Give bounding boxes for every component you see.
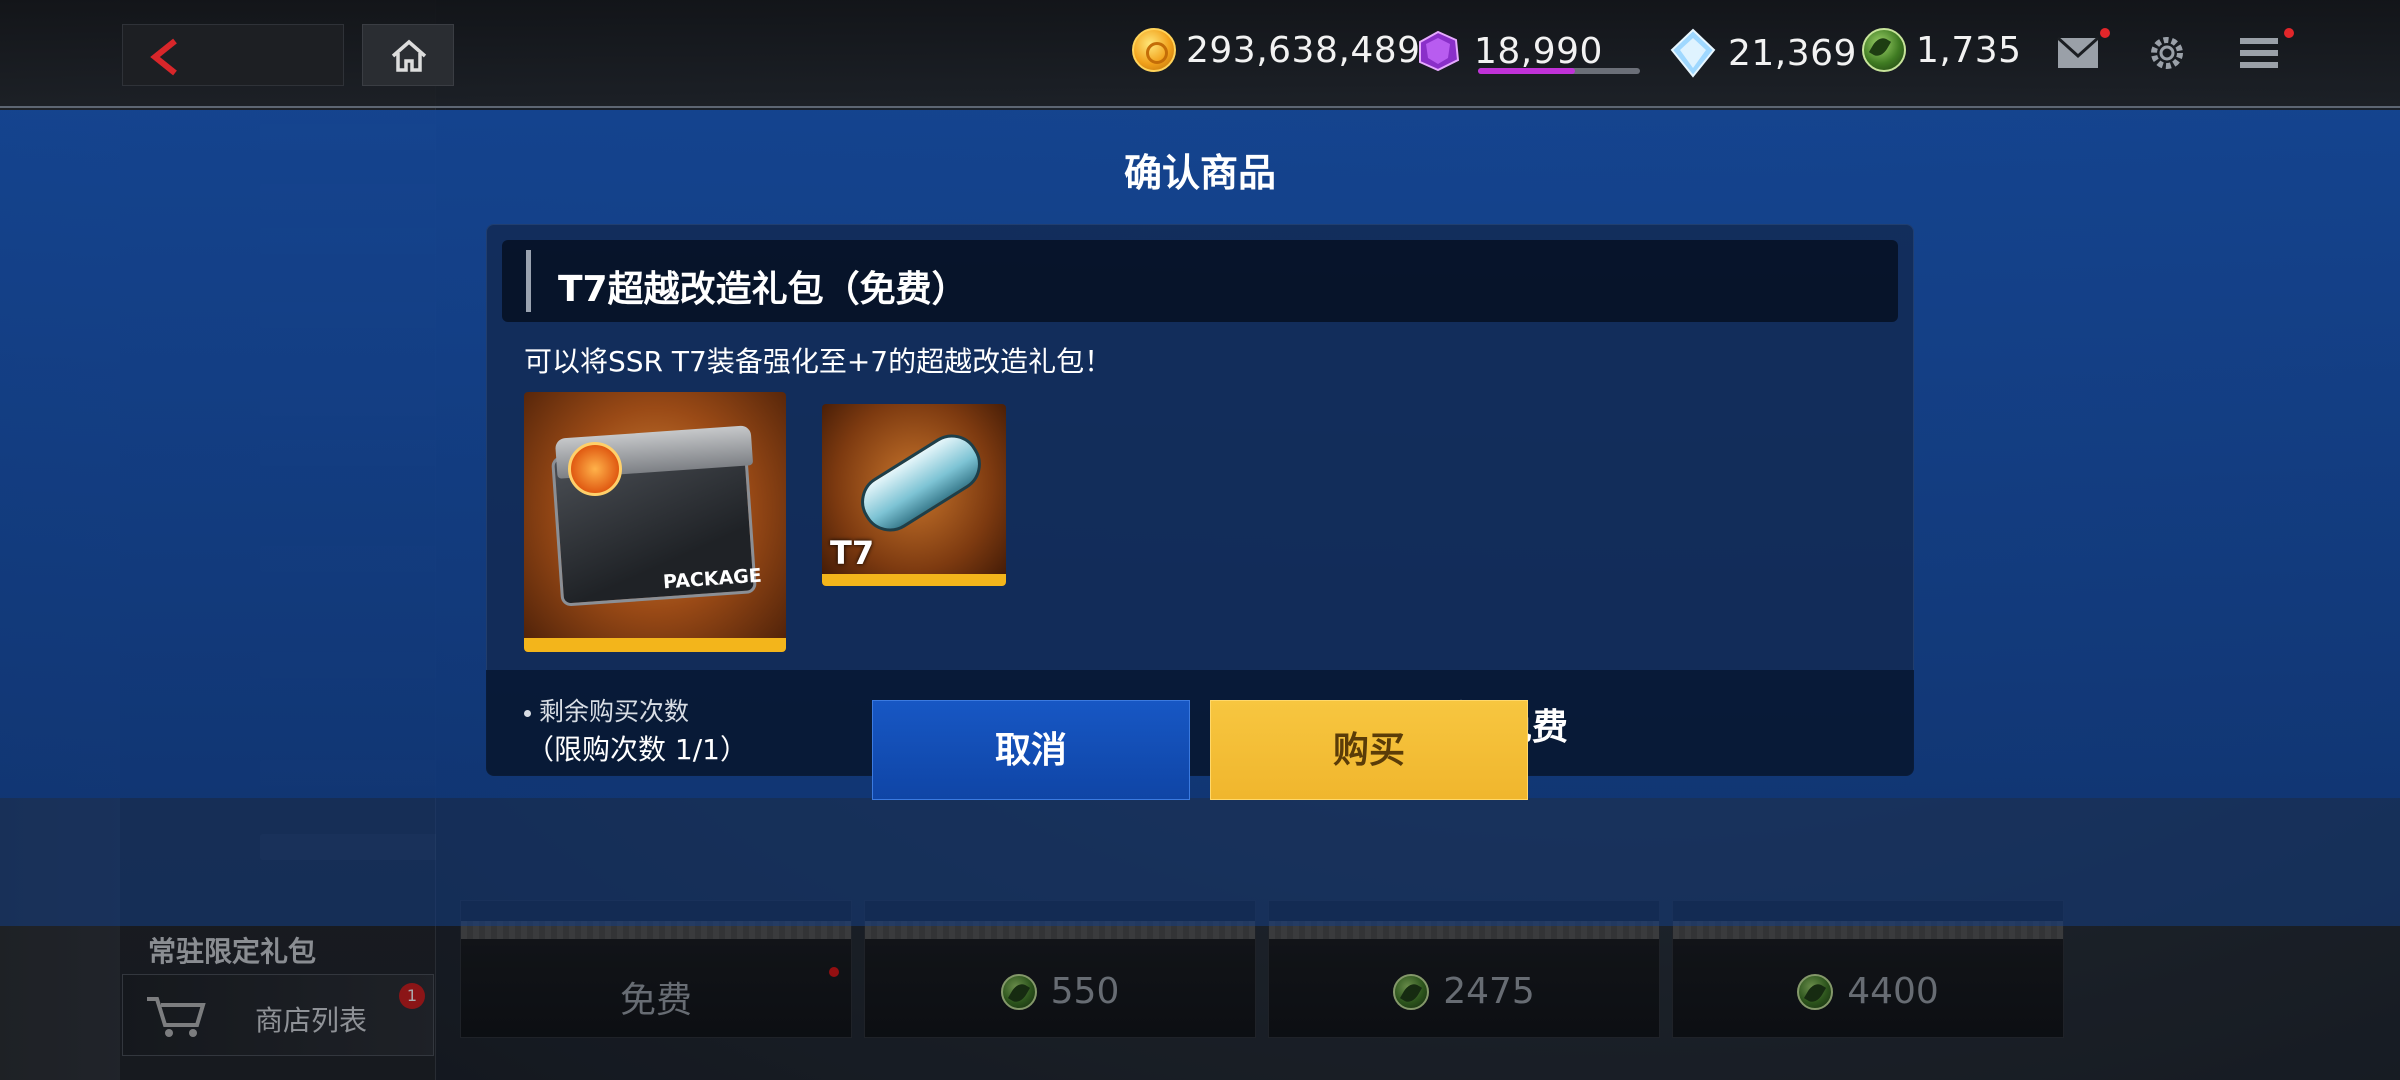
product-description: 可以将SSR T7装备强化至+7的超越改造礼包！: [524, 345, 1113, 378]
modal-title: 确认商品: [1123, 151, 1276, 195]
leaf-token-currency[interactable]: 1,735: [1862, 28, 2022, 72]
cancel-button[interactable]: 取消: [872, 700, 1190, 800]
chevron-left-icon: [150, 38, 177, 76]
purple-gem-progress-fill: [1478, 68, 1576, 74]
t7-capsule-item[interactable]: T7: [822, 404, 1006, 586]
leaf-token-icon: [1862, 28, 1906, 72]
diamond-amount: 21,369: [1728, 32, 1857, 74]
purple-gem-amount: 18,990: [1474, 30, 1603, 72]
gold-coin-icon: [1132, 28, 1176, 72]
notification-dot: [2284, 28, 2294, 38]
gold-currency[interactable]: 293,638,489: [1132, 28, 1421, 72]
rarity-bar: [524, 638, 786, 652]
diamond-currency[interactable]: 21,369: [1668, 28, 1857, 78]
confirm-product-modal: 确认商品 T7超越改造礼包（免费） 可以将SSR T7装备强化至+7的超越改造礼…: [0, 110, 2400, 926]
product-name: T7超越改造礼包（免费）: [558, 269, 968, 310]
product-name-bar: T7超越改造礼包（免费）: [502, 240, 1898, 322]
buy-button[interactable]: 购买: [1210, 700, 1528, 800]
tier-label: T7: [830, 534, 875, 572]
home-button[interactable]: [362, 24, 454, 86]
top-bar: 293,638,489 18,990 21,369 1,735: [0, 0, 2400, 108]
settings-button[interactable]: [2148, 34, 2186, 76]
capsule-image: [850, 423, 992, 543]
purple-gem-icon: [1419, 30, 1460, 72]
notification-dot: [2100, 28, 2110, 38]
gear-icon: [2151, 37, 2183, 69]
bullet-icon: [524, 709, 531, 717]
remaining-purchases-value: （限购次数 1/1）: [526, 733, 748, 766]
back-button[interactable]: [122, 24, 344, 86]
remaining-purchases-label: 剩余购买次数: [524, 692, 689, 728]
product-panel: T7超越改造礼包（免费） 可以将SSR T7装备强化至+7的超越改造礼包！ PA…: [486, 224, 1914, 776]
home-icon: [391, 39, 427, 72]
purple-gem-progress-bar: [1478, 68, 1640, 74]
mail-icon: [2056, 36, 2100, 68]
leaf-token-amount: 1,735: [1916, 29, 2022, 71]
gold-amount: 293,638,489: [1186, 29, 1421, 71]
diamond-icon: [1670, 28, 1716, 78]
wax-seal-icon: [568, 442, 622, 496]
package-item[interactable]: PACKAGE: [524, 392, 786, 652]
hamburger-menu-icon: [2240, 38, 2278, 68]
mail-button[interactable]: [2056, 28, 2110, 74]
rarity-bar: [822, 574, 1006, 586]
menu-button[interactable]: [2240, 28, 2294, 74]
title-accent: [526, 250, 531, 312]
purchase-info: 剩余购买次数 （限购次数 1/1） 免费: [486, 670, 1914, 776]
